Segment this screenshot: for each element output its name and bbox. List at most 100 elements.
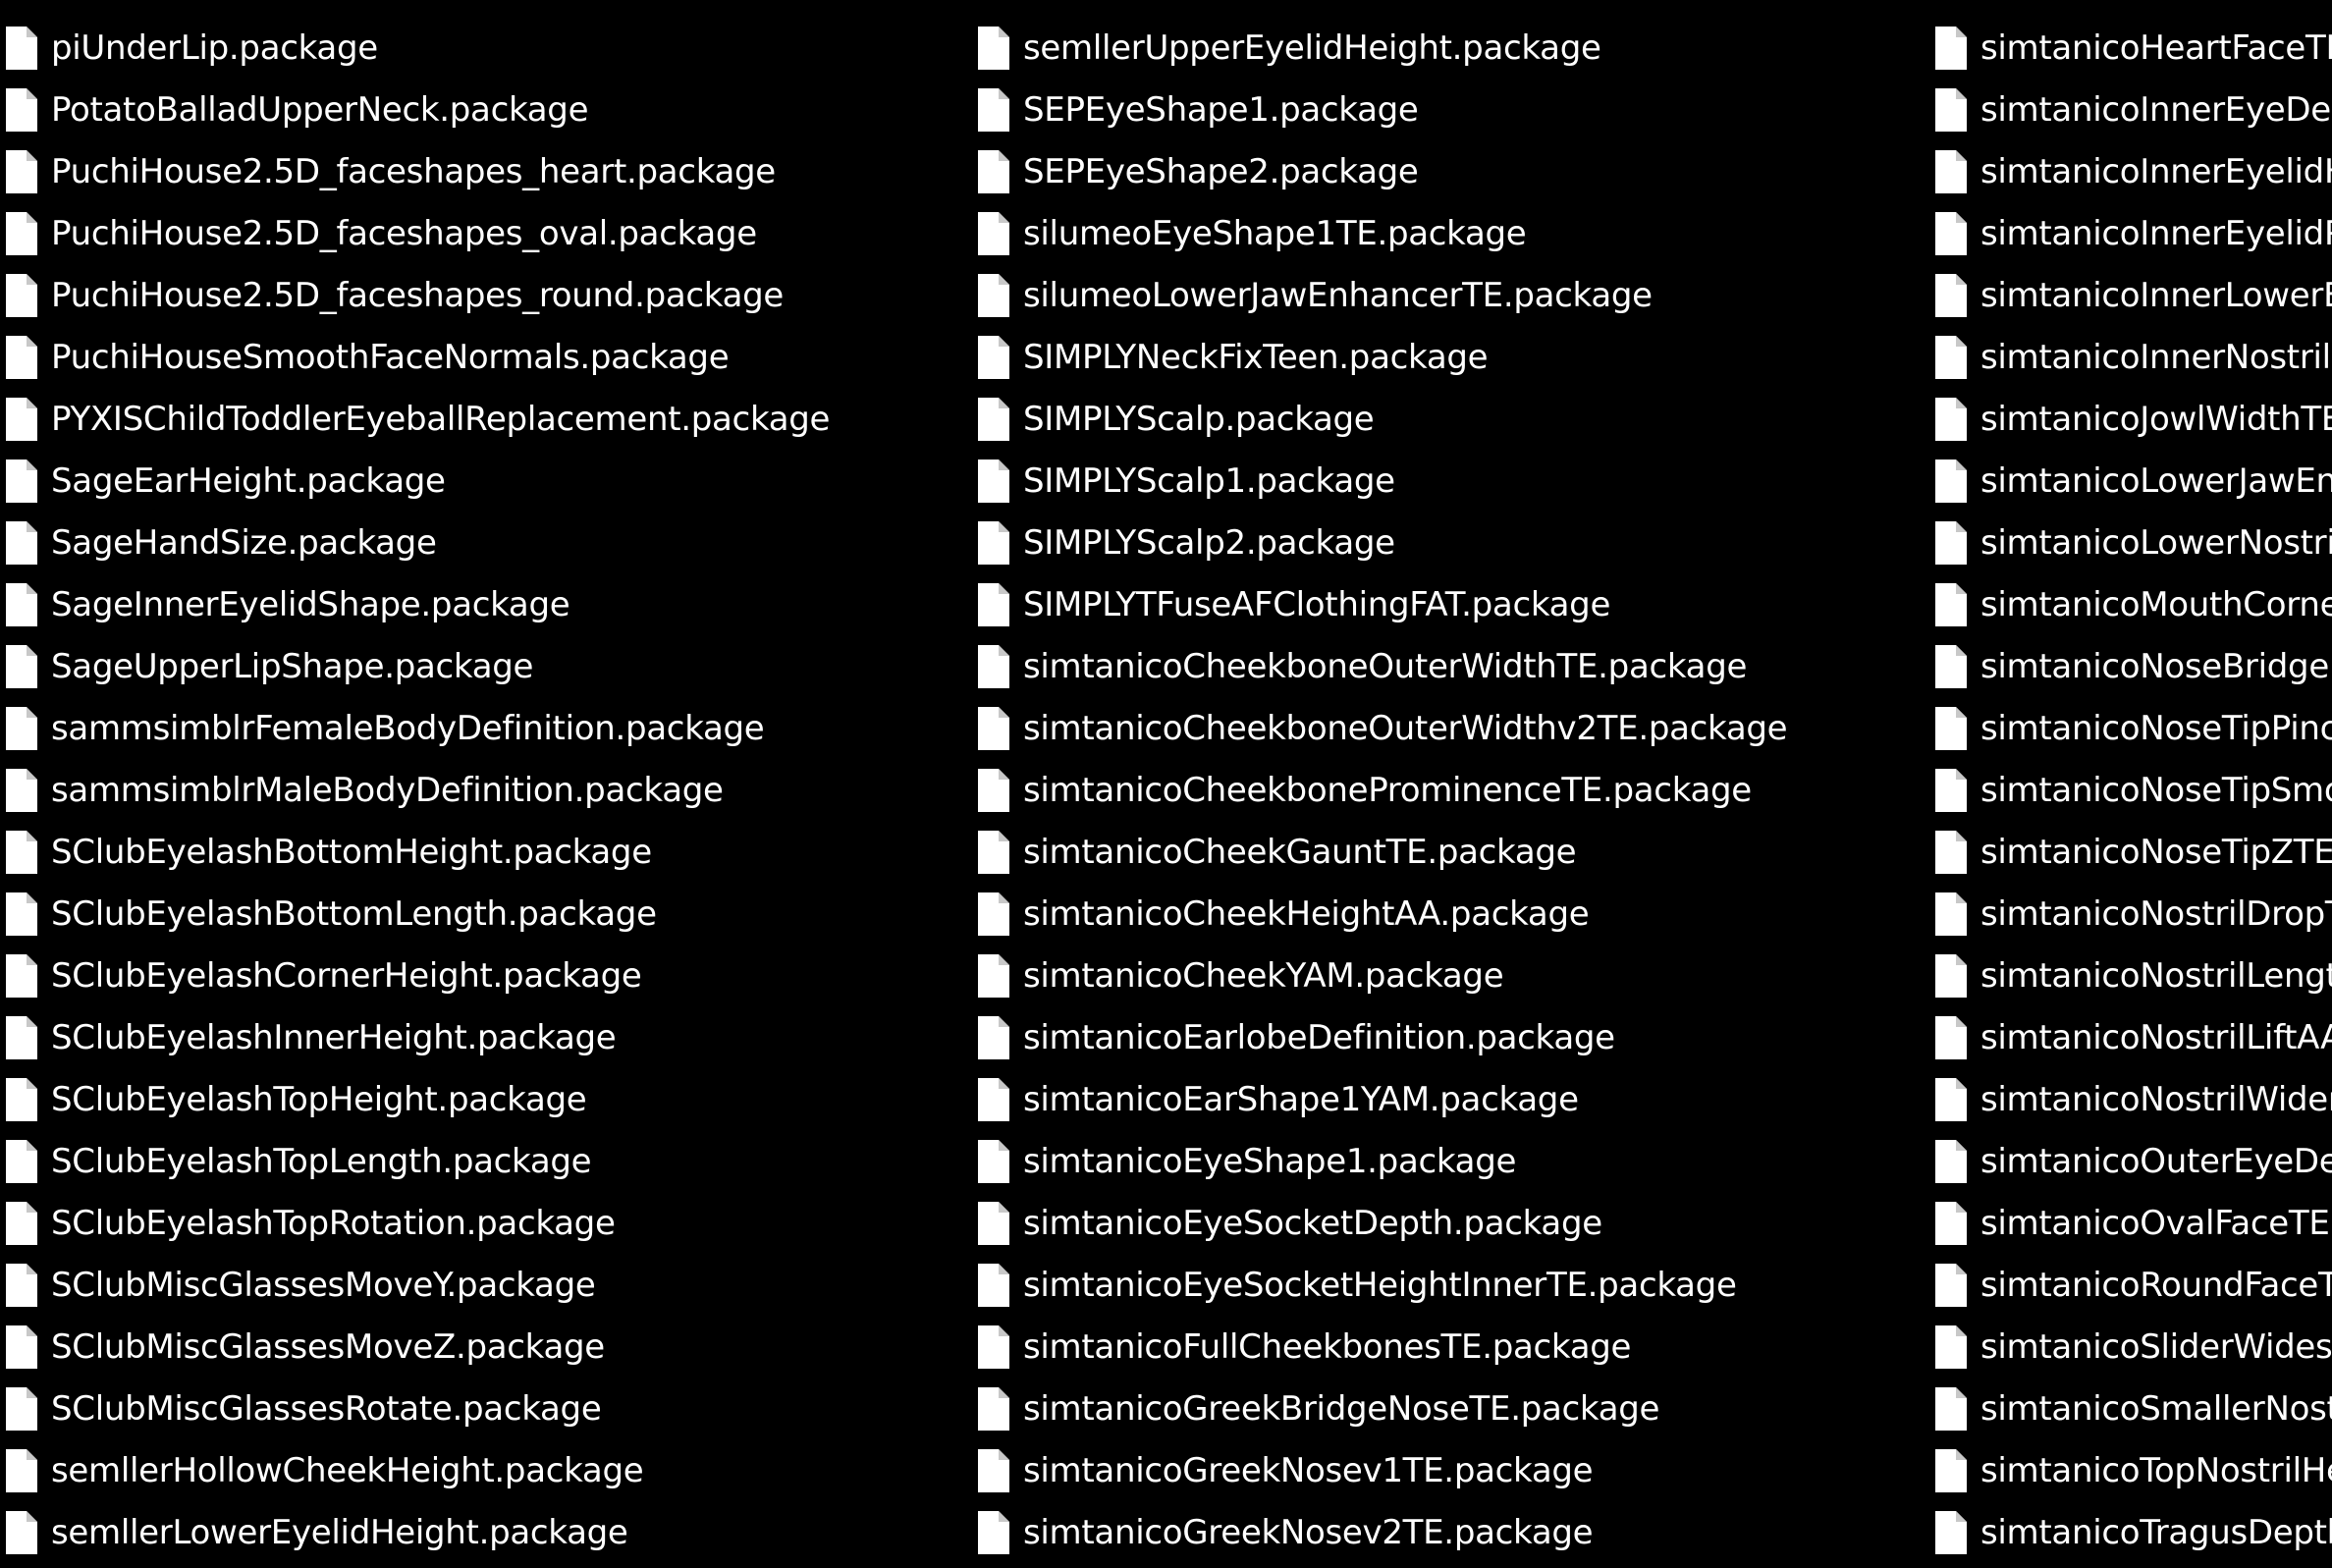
file-list-item[interactable]: simtanicoNoseTipSmo [1929,759,2332,821]
file-name: simtanicoMouthCorne [1980,584,2332,624]
file-list-item[interactable]: semllerHollowCheekHeight.package [0,1439,967,1501]
document-file-icon [6,1448,37,1492]
file-list-item[interactable]: simtanicoEarlobeDefinition.package [972,1006,1929,1068]
file-name: SageHandSize.package [51,522,437,563]
document-file-icon [978,1448,1009,1492]
file-list-item[interactable]: simtanicoGreekNosev1TE.package [972,1439,1929,1501]
file-list-item[interactable]: SClubEyelashTopLength.package [0,1130,967,1192]
file-list-item[interactable]: simtanicoNoseTipPinc [1929,697,2332,759]
file-list-item[interactable]: simtanicoEyeSocketDepth.package [972,1192,1929,1254]
file-list-item[interactable]: PuchiHouse2.5D_faceshapes_heart.package [0,140,967,202]
document-file-icon [978,87,1009,132]
file-list-item[interactable]: semllerUpperEyelidHeight.package [972,17,1929,79]
file-list-item[interactable]: simtanicoGreekBridgeNoseTE.package [972,1378,1929,1439]
file-list-item[interactable]: PYXISChildToddlerEyeballReplacement.pack… [0,388,967,450]
file-list-item[interactable]: simtanicoGreekNosev2TE.package [972,1501,1929,1563]
file-list-item[interactable]: simtanicoLowerNostril [1929,512,2332,573]
file-list-item[interactable]: simtanicoFullCheekbonesTE.package [972,1316,1929,1378]
file-list-item[interactable]: SageHandSize.package [0,512,967,573]
file-list-item[interactable]: simtanicoNostrilDropT [1929,883,2332,945]
file-list-item[interactable]: silumeoLowerJawEnhancerTE.package [972,264,1929,326]
file-list-item[interactable]: simtanicoNoseTipZTE. [1929,821,2332,883]
file-list-item[interactable]: simtanicoCheekYAM.package [972,945,1929,1006]
file-name: SClubMiscGlassesRotate.package [51,1388,602,1429]
file-list-item[interactable]: PuchiHouse2.5D_faceshapes_round.package [0,264,967,326]
file-list-item[interactable]: PuchiHouse2.5D_faceshapes_oval.package [0,202,967,264]
file-list-item[interactable]: SClubEyelashInnerHeight.package [0,1006,967,1068]
file-list-item[interactable]: simtanicoHeartFaceTE [1929,17,2332,79]
file-list-item[interactable]: sammsimblrFemaleBodyDefinition.package [0,697,967,759]
file-list-item[interactable]: simtanicoOuterEyeDep [1929,1130,2332,1192]
file-list-item[interactable]: SClubEyelashTopHeight.package [0,1068,967,1130]
document-file-icon [978,1263,1009,1307]
file-list-item[interactable]: simtanicoSliderWidese [1929,1316,2332,1378]
file-list-item[interactable]: SClubEyelashCornerHeight.package [0,945,967,1006]
file-list-item[interactable]: SClubEyelashTopRotation.package [0,1192,967,1254]
file-list-item[interactable]: SClubEyelashBottomHeight.package [0,821,967,883]
file-name: simtanicoRoundFaceTE [1980,1265,2332,1305]
file-list-item[interactable]: SageInnerEyelidShape.package [0,573,967,635]
file-list-item[interactable]: SageEarHeight.package [0,450,967,512]
file-list-item[interactable]: simtanicoCheekHeightAA.package [972,883,1929,945]
file-list-item[interactable]: SIMPLYScalp.package [972,388,1929,450]
file-list-item[interactable]: simtanicoCheekboneProminenceTE.package [972,759,1929,821]
file-list-item[interactable]: simtanicoEyeShape1.package [972,1130,1929,1192]
file-list-item[interactable]: SEPEyeShape2.package [972,140,1929,202]
file-list-item[interactable]: simtanicoLowerJawEnh [1929,450,2332,512]
file-list-item[interactable]: simtanicoNostrilLiftAA [1929,1006,2332,1068]
file-list-item[interactable]: simtanicoOvalFaceTE.p [1929,1192,2332,1254]
file-name: simtanicoNostrilLengt [1980,955,2332,996]
file-name: simtanicoNostrilWiden [1980,1079,2332,1119]
file-name: simtanicoNoseBridgeN [1980,646,2332,686]
file-list-item[interactable]: piUnderLip.package [0,17,967,79]
file-list-item[interactable]: simtanicoCheekGauntTE.package [972,821,1929,883]
file-list-item[interactable]: SClubMiscGlassesMoveZ.package [0,1316,967,1378]
file-name: simtanicoEarShape1YAM.package [1023,1079,1579,1119]
document-file-icon [978,1510,1009,1554]
file-list-item[interactable]: simtanicoNostrilLengt [1929,945,2332,1006]
file-list-item[interactable]: simtanicoTopNostrilHe [1929,1439,2332,1501]
file-list-item[interactable]: simtanicoSmallerNostr [1929,1378,2332,1439]
file-list-item[interactable]: simtanicoTragusDepth [1929,1501,2332,1563]
file-list-item[interactable]: SClubMiscGlassesMoveY.package [0,1254,967,1316]
file-list-item[interactable]: SClubEyelashBottomLength.package [0,883,967,945]
document-file-icon [6,1139,37,1183]
file-name: SIMPLYNeckFixTeen.package [1023,337,1489,377]
file-name: SageEarHeight.package [51,460,446,501]
file-list-item[interactable]: semllerLowerEyelidHeight.package [0,1501,967,1563]
document-file-icon [978,582,1009,626]
file-list-item[interactable]: SClubMiscGlassesRotate.package [0,1378,967,1439]
file-list-item[interactable]: simtanicoMouthCorne [1929,573,2332,635]
file-list-item[interactable]: SIMPLYTFuseAFClothingFAT.package [972,573,1929,635]
file-list-item[interactable]: simtanicoEyeSocketHeightInnerTE.package [972,1254,1929,1316]
file-list-item[interactable]: simtanicoNostrilWiden [1929,1068,2332,1130]
file-name: semllerUpperEyelidHeight.package [1023,27,1601,68]
document-file-icon [1935,1263,1967,1307]
file-list-item[interactable]: SIMPLYNeckFixTeen.package [972,326,1929,388]
file-name: PuchiHouse2.5D_faceshapes_round.package [51,275,785,315]
file-list-item[interactable]: silumeoEyeShape1TE.package [972,202,1929,264]
file-list-item[interactable]: sammsimblrMaleBodyDefinition.package [0,759,967,821]
file-list-item[interactable]: simtanicoCheekboneOuterWidthv2TE.package [972,697,1929,759]
file-name: simtanicoInnerEyeDep [1980,89,2332,130]
file-list-item[interactable]: SIMPLYScalp2.package [972,512,1929,573]
file-list-item[interactable]: simtanicoInnerLowerE [1929,264,2332,326]
file-list-item[interactable]: simtanicoInnerEyeDep [1929,79,2332,140]
file-list-item[interactable]: simtanicoInnerEyelidP [1929,202,2332,264]
file-list-item[interactable]: simtanicoInnerEyelidH [1929,140,2332,202]
file-list-item[interactable]: simtanicoJowlWidthTE [1929,388,2332,450]
file-name: SEPEyeShape2.package [1023,151,1419,191]
document-file-icon [1935,211,1967,255]
document-file-icon [6,87,37,132]
file-list-item[interactable]: SageUpperLipShape.package [0,635,967,697]
file-list-item[interactable]: simtanicoRoundFaceTE [1929,1254,2332,1316]
file-list-item[interactable]: simtanicoEarShape1YAM.package [972,1068,1929,1130]
file-name: simtanicoJowlWidthTE [1980,399,2332,439]
file-list-item[interactable]: simtanicoCheekboneOuterWidthTE.package [972,635,1929,697]
file-list-item[interactable]: PuchiHouseSmoothFaceNormals.package [0,326,967,388]
file-list-item[interactable]: SEPEyeShape1.package [972,79,1929,140]
file-list-item[interactable]: simtanicoNoseBridgeN [1929,635,2332,697]
file-list-item[interactable]: SIMPLYScalp1.package [972,450,1929,512]
file-list-item[interactable]: simtanicoInnerNostrilD [1929,326,2332,388]
file-list-item[interactable]: PotatoBalladUpperNeck.package [0,79,967,140]
